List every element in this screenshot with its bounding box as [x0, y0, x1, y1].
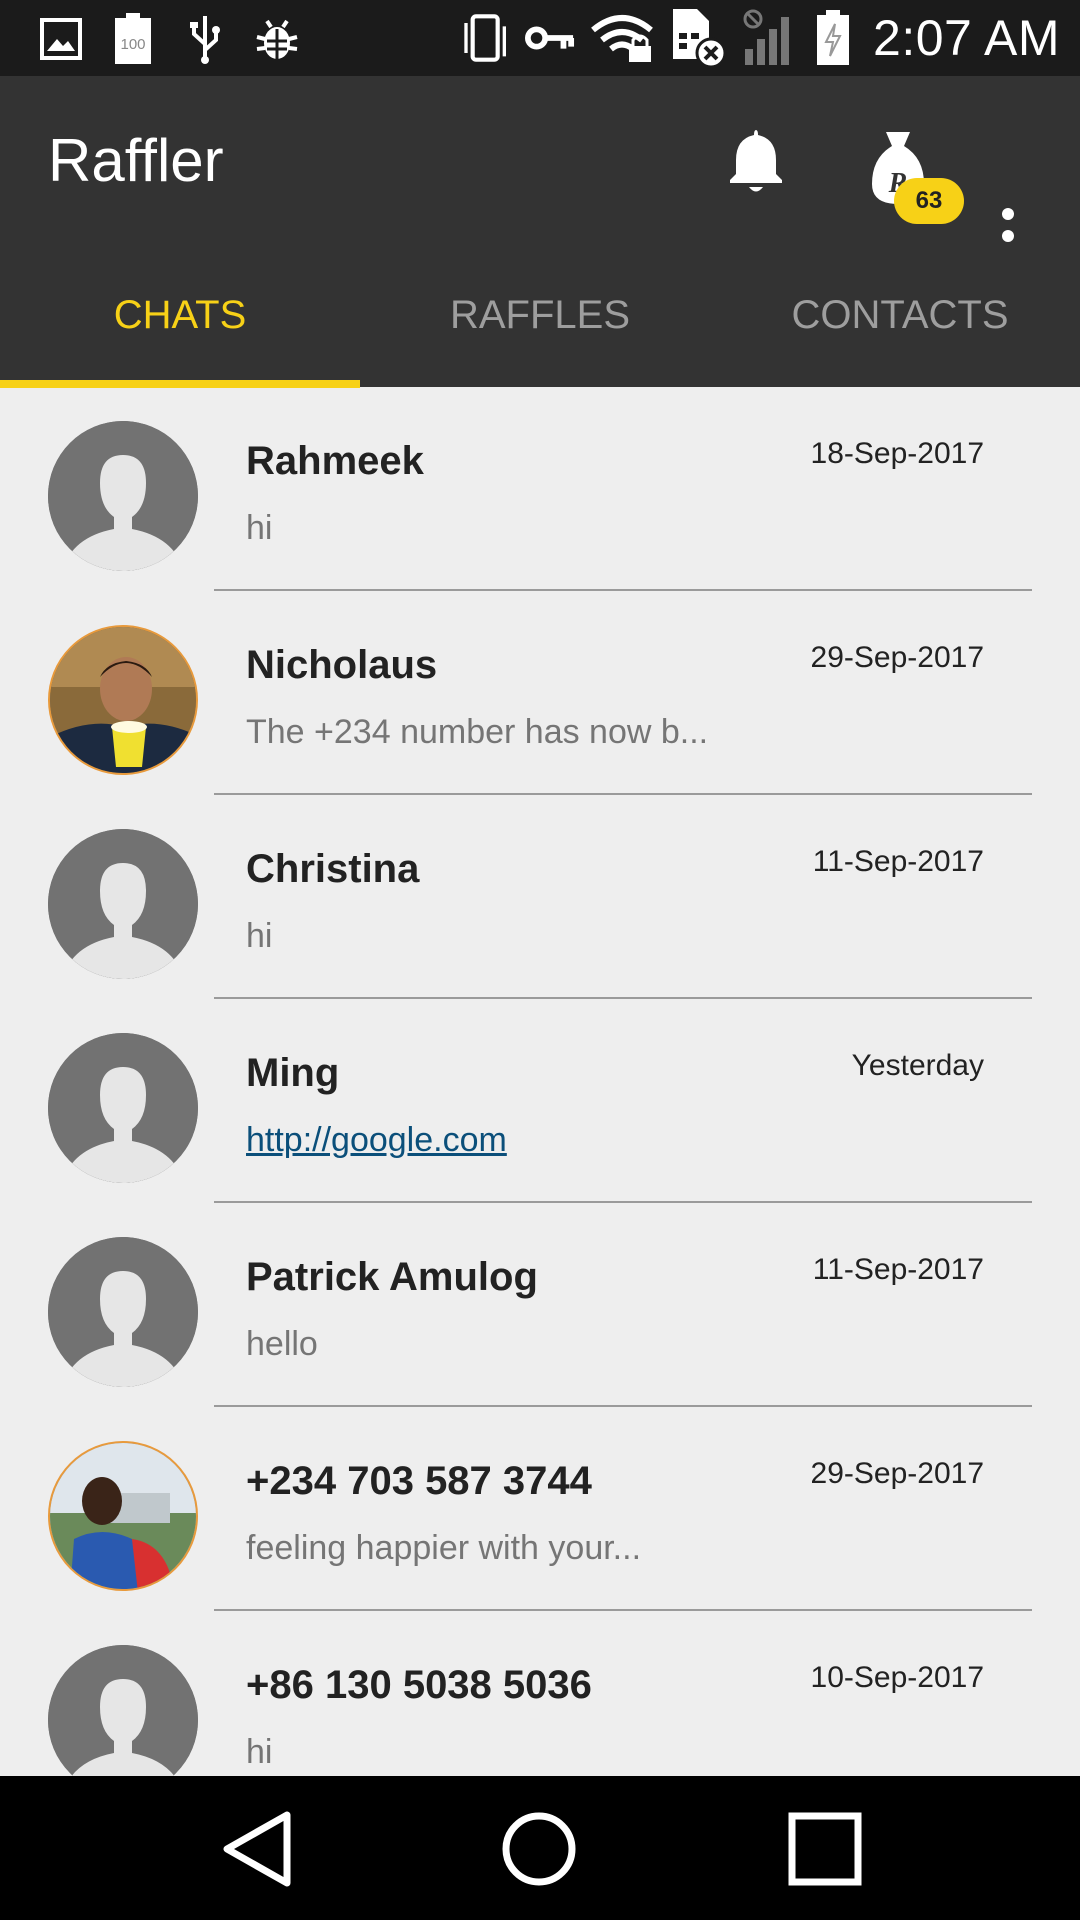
- tab-raffles[interactable]: RAFFLES: [360, 244, 720, 387]
- avatar-default-icon: [48, 1645, 198, 1776]
- chat-name: Christina: [246, 847, 420, 891]
- usb-icon: [180, 14, 230, 64]
- tab-bar: CHATS RAFFLES CONTACTS: [0, 244, 1080, 387]
- key-icon: [525, 13, 575, 63]
- wifi-locked-icon: [589, 13, 655, 63]
- chat-item[interactable]: Rahmeek hi 18-Sep-2017: [0, 387, 1080, 591]
- chat-name: Ming: [246, 1051, 340, 1095]
- avatar-photo: [48, 1441, 198, 1591]
- tab-chats[interactable]: CHATS: [0, 244, 360, 387]
- battery-charging-icon: [813, 10, 853, 65]
- status-left-icons: 100: [36, 13, 302, 64]
- battery-level-text: 100: [120, 36, 145, 53]
- chat-date: Yesterday: [851, 1049, 984, 1082]
- chat-date: 10-Sep-2017: [810, 1661, 984, 1694]
- chat-last-message: hi: [246, 917, 273, 955]
- sim-off-icon: [669, 9, 727, 69]
- bug-icon: [252, 14, 302, 64]
- chat-item[interactable]: Patrick Amulog hello 11-Sep-2017: [0, 1203, 1080, 1407]
- chat-date: 29-Sep-2017: [810, 1457, 984, 1490]
- chat-last-message: hi: [246, 509, 273, 547]
- signal-blocked-icon: [741, 9, 799, 65]
- chat-date: 29-Sep-2017: [810, 641, 984, 674]
- chat-name: Rahmeek: [246, 439, 424, 483]
- chat-name: +86 130 5038 5036: [246, 1663, 592, 1707]
- chat-name: +234 703 587 3744: [246, 1459, 592, 1503]
- app-bar: Raffler R 63: [0, 76, 1080, 264]
- chat-last-message: hello: [246, 1325, 318, 1363]
- vibrate-icon: [461, 13, 511, 63]
- app-title: Raffler: [48, 127, 224, 194]
- chat-list[interactable]: Rahmeek hi 18-Sep-2017 Nicholaus The +23…: [0, 387, 1080, 1776]
- notifications-bell-icon[interactable]: [726, 126, 786, 196]
- home-button-icon[interactable]: [494, 1804, 584, 1894]
- chat-date: 11-Sep-2017: [812, 845, 984, 878]
- chat-date: 18-Sep-2017: [810, 437, 984, 470]
- status-time: 2:07 AM: [873, 10, 1060, 66]
- chat-last-message: hi: [246, 1733, 273, 1771]
- tab-contacts[interactable]: CONTACTS: [720, 244, 1080, 387]
- chat-date: 11-Sep-2017: [812, 1253, 984, 1286]
- chat-name: Nicholaus: [246, 643, 438, 687]
- chat-item[interactable]: +86 130 5038 5036 hi 10-Sep-2017: [0, 1611, 1080, 1776]
- avatar-default-icon: [48, 421, 198, 571]
- back-button-icon[interactable]: [210, 1804, 300, 1894]
- avatar-photo: [48, 625, 198, 775]
- battery-100-icon: 100: [108, 13, 158, 64]
- chat-item[interactable]: +234 703 587 3744 feeling happier with y…: [0, 1407, 1080, 1611]
- avatar-default-icon: [48, 829, 198, 979]
- chat-name: Patrick Amulog: [246, 1255, 538, 1299]
- chat-item[interactable]: Christina hi 11-Sep-2017: [0, 795, 1080, 999]
- status-bar: 100 2:07 AM: [0, 0, 1080, 76]
- coins-badge: 63: [894, 178, 964, 224]
- navigation-bar: [0, 1776, 1080, 1920]
- chat-item[interactable]: Ming http://google.com Yesterday: [0, 999, 1080, 1203]
- chat-last-message: feeling happier with your...: [246, 1529, 642, 1567]
- chat-item[interactable]: Nicholaus The +234 number has now b... 2…: [0, 591, 1080, 795]
- chat-last-message: The +234 number has now b...: [246, 713, 709, 751]
- avatar-default-icon: [48, 1237, 198, 1387]
- chat-last-message-link[interactable]: http://google.com: [246, 1121, 507, 1160]
- status-right-icons: 2:07 AM: [461, 6, 1060, 70]
- recents-button-icon[interactable]: [780, 1804, 870, 1894]
- avatar-default-icon: [48, 1033, 198, 1183]
- image-icon: [36, 14, 86, 64]
